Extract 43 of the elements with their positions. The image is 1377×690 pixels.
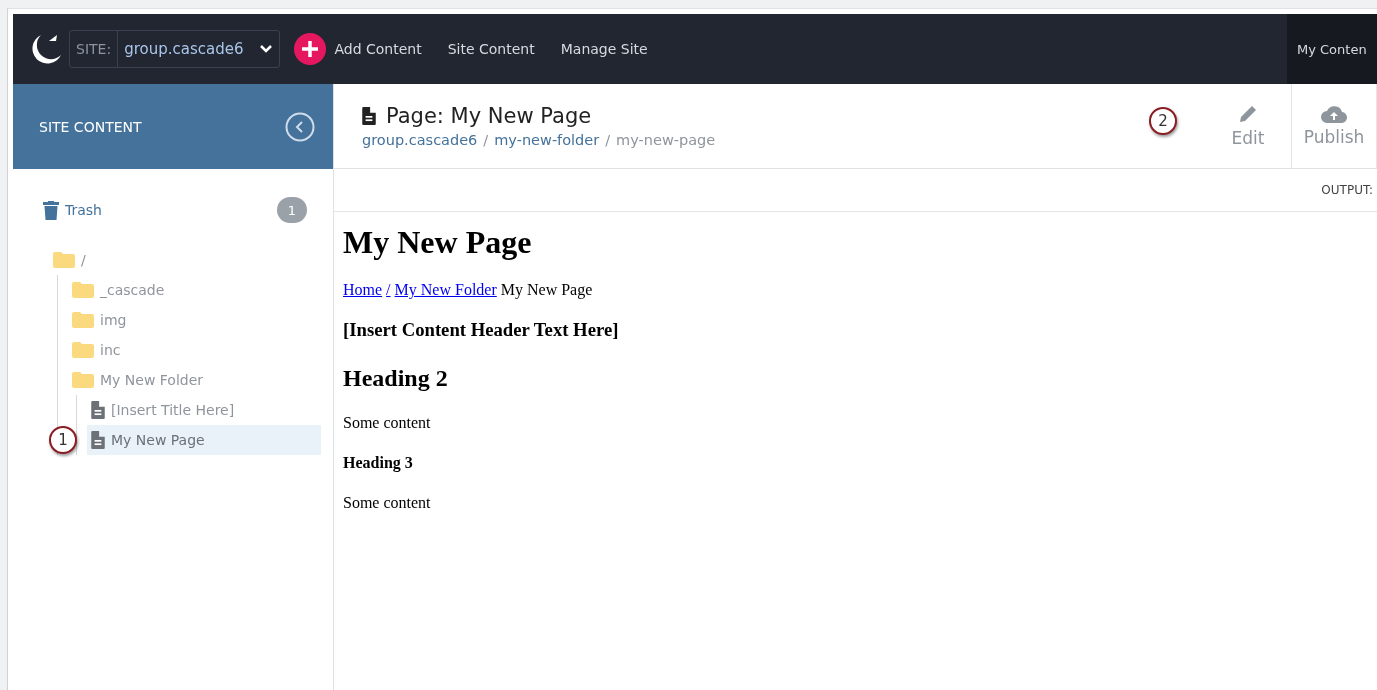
heading: Heading 3 [343, 454, 414, 472]
site-label: SITE: [70, 31, 119, 67]
folder-icon [72, 342, 94, 358]
preview-breadcrumb-text: My New Page [500, 281, 593, 299]
trash-icon [43, 200, 59, 220]
cloud-upload-icon [1321, 105, 1347, 123]
pencil-icon [1238, 104, 1258, 124]
preview-breadcrumb-link[interactable]: My New Folder [394, 281, 497, 299]
chevron-down-icon [259, 44, 274, 54]
breadcrumb-current: my-new-page [616, 132, 716, 148]
sidebar-title: SITE CONTENT [39, 118, 142, 135]
output-label: OUTPUT: [1321, 183, 1374, 197]
callout-marker: 2 [1149, 107, 1177, 135]
paragraph: Some content [343, 494, 432, 512]
trash-link[interactable]: Trash [43, 200, 102, 220]
nav-link[interactable]: Manage Site [560, 41, 648, 57]
breadcrumb-separator: / [605, 132, 611, 148]
heading: Heading 2 [343, 365, 449, 392]
paragraph: Some content [343, 414, 432, 432]
folder-icon [72, 372, 94, 388]
site-selector[interactable]: SITE: group.cascade6 [69, 30, 281, 68]
document-icon [91, 431, 105, 449]
folder-icon [53, 252, 75, 268]
nav-link[interactable]: Site Content [447, 41, 535, 57]
breadcrumb-link[interactable]: my-new-folder [494, 132, 600, 148]
document-icon [91, 401, 105, 419]
collapse-icon[interactable] [285, 111, 315, 142]
folder-icon [72, 312, 94, 328]
breadcrumb-separator: / [483, 132, 489, 148]
plus-icon [294, 33, 327, 65]
breadcrumb-link[interactable]: group.cascade6 [362, 132, 478, 148]
document-icon [362, 107, 376, 125]
page-title-text: Page: My New Page [386, 104, 592, 128]
callout-marker: 1 [49, 426, 77, 454]
heading: [Insert Content Header Text Here] [343, 319, 620, 341]
preview-title: My New Page [343, 224, 533, 261]
folder-icon [72, 282, 94, 298]
my-content-tab[interactable]: My Conten [1287, 14, 1377, 84]
site-value: group.cascade6 [118, 31, 280, 67]
trash-count-badge: 1 [277, 197, 307, 223]
preview-breadcrumb-link[interactable]: / [386, 281, 391, 299]
add-content-button[interactable]: Add Content [294, 33, 422, 65]
preview-breadcrumb-link[interactable]: Home [343, 281, 383, 299]
